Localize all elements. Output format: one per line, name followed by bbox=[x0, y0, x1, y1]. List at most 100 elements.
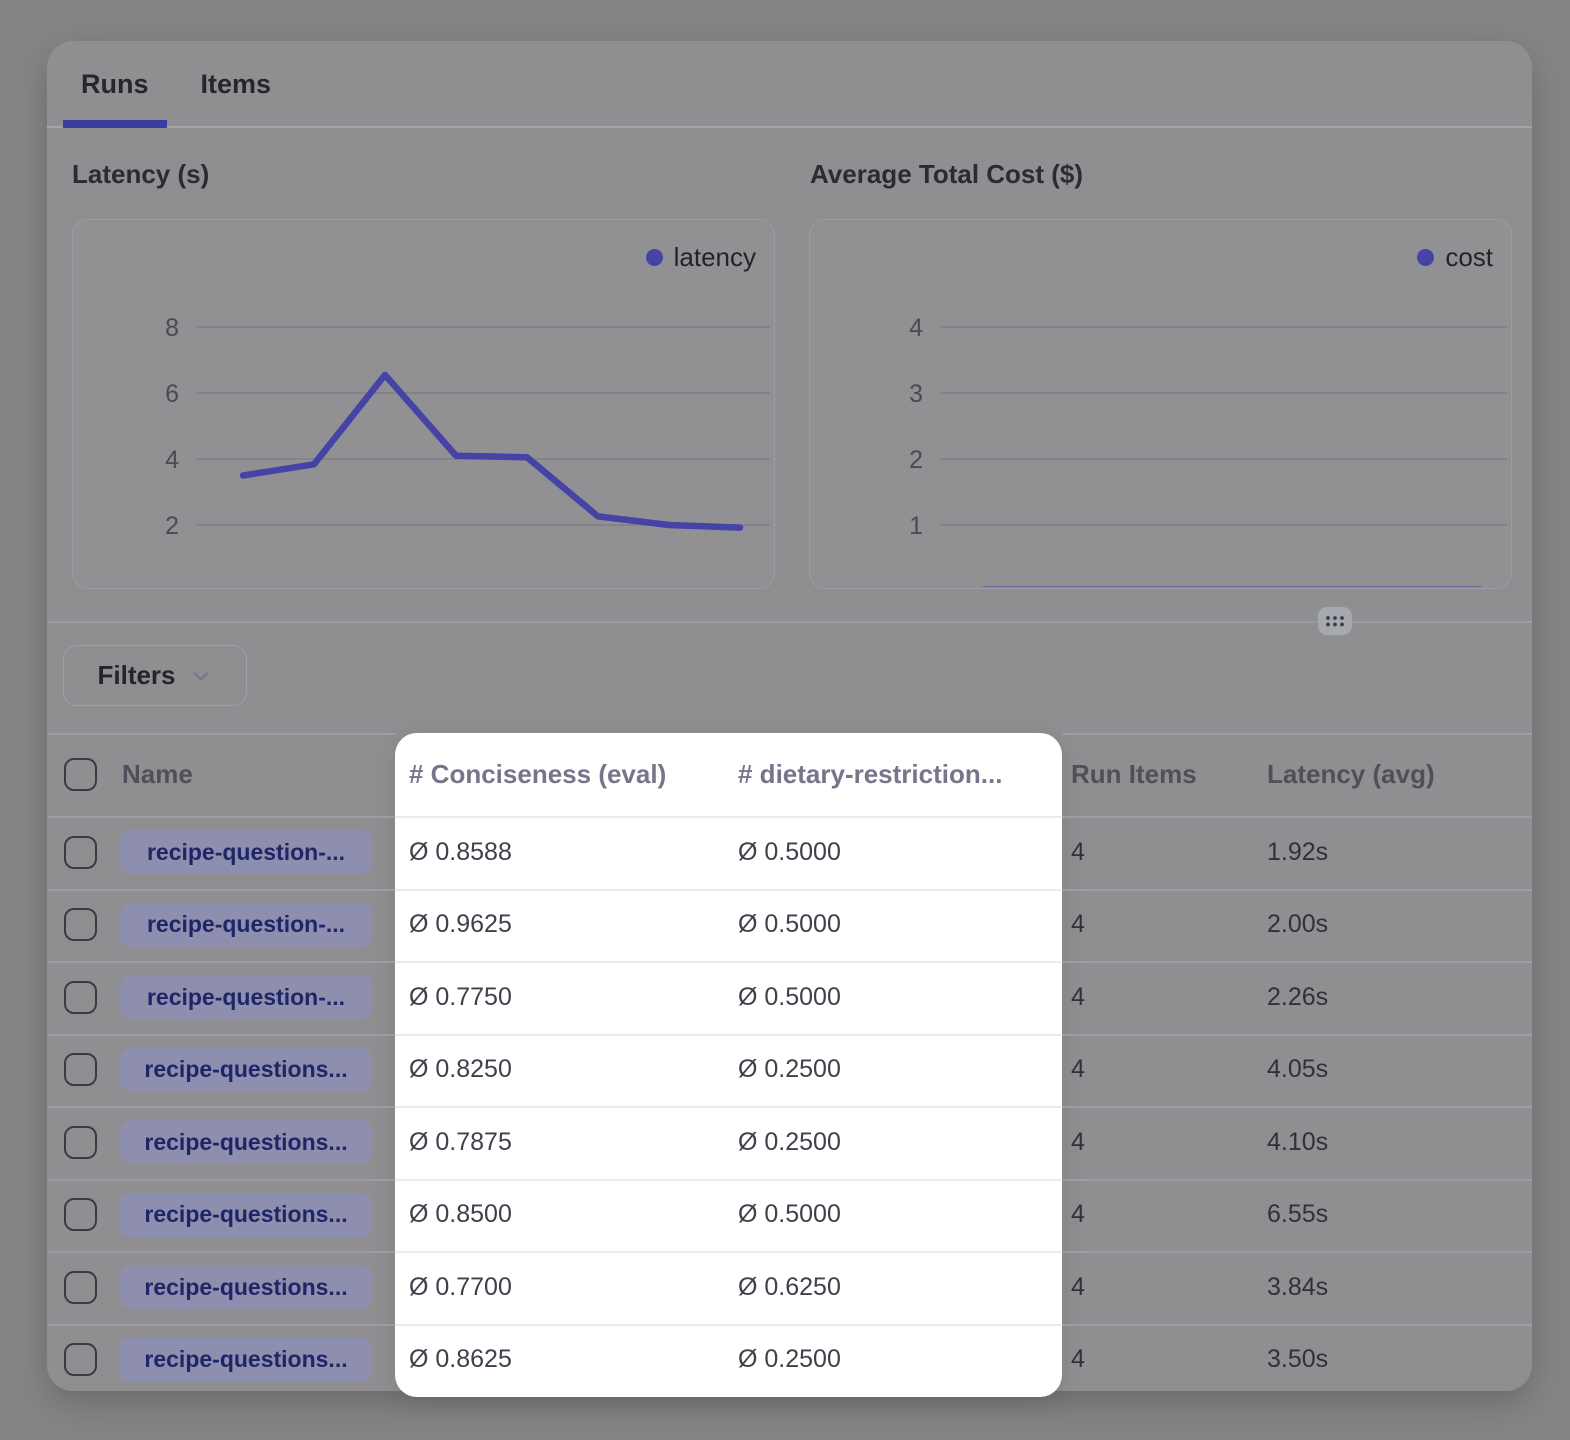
svg-text:6: 6 bbox=[165, 380, 179, 408]
conciseness-value: Ø 0.8500 bbox=[395, 1200, 726, 1229]
chevron-down-icon bbox=[189, 664, 213, 688]
latency-value: 4.10s bbox=[1259, 1128, 1532, 1157]
row-checkbox-cell bbox=[47, 1126, 120, 1159]
table-header-row: Name# Conciseness (eval)# dietary-restri… bbox=[47, 733, 1532, 816]
conciseness-value: Ø 0.8625 bbox=[395, 1345, 726, 1374]
latency-value: 4.05s bbox=[1259, 1055, 1532, 1084]
row-checkbox[interactable] bbox=[64, 1271, 97, 1304]
conciseness-value: Ø 0.8250 bbox=[395, 1055, 726, 1084]
dietary-restriction-value: Ø 0.6250 bbox=[726, 1273, 1062, 1302]
run-name-cell: recipe-questions... bbox=[120, 1338, 395, 1382]
dietary-restriction-value: Ø 0.5000 bbox=[726, 1200, 1062, 1229]
column-header-latency: Latency (avg) bbox=[1259, 759, 1532, 790]
row-checkbox-cell bbox=[47, 1198, 120, 1231]
column-header-conciseness: # Conciseness (eval) bbox=[395, 759, 726, 790]
latency-value: 2.00s bbox=[1259, 910, 1532, 939]
run-name-badge[interactable]: recipe-questions... bbox=[120, 1338, 372, 1382]
row-checkbox-cell bbox=[47, 1343, 120, 1376]
run-name-badge[interactable]: recipe-questions... bbox=[120, 1120, 372, 1164]
run-items-value: 4 bbox=[1062, 1055, 1259, 1084]
svg-text:1: 1 bbox=[909, 512, 923, 540]
dietary-restriction-value: Ø 0.2500 bbox=[726, 1128, 1062, 1157]
run-items-value: 4 bbox=[1062, 1128, 1259, 1157]
run-name-cell: recipe-questions... bbox=[120, 1193, 395, 1237]
run-name-cell: recipe-question-... bbox=[120, 975, 395, 1019]
run-items-value: 4 bbox=[1062, 983, 1259, 1012]
table-row[interactable]: recipe-question-... Ø 0.8588Ø 0.500041.92… bbox=[47, 816, 1532, 889]
dietary-restriction-value: Ø 0.2500 bbox=[726, 1055, 1062, 1084]
svg-text:4: 4 bbox=[909, 314, 923, 342]
run-name-badge[interactable]: recipe-question-... bbox=[120, 975, 372, 1019]
column-header-name: Name bbox=[120, 759, 395, 790]
svg-text:8: 8 bbox=[165, 314, 179, 342]
dietary-restriction-value: Ø 0.5000 bbox=[726, 838, 1062, 867]
filters-button[interactable]: Filters bbox=[63, 645, 247, 706]
column-header-run-items: Run Items bbox=[1062, 759, 1259, 790]
conciseness-value: Ø 0.8588 bbox=[395, 838, 726, 867]
table-row[interactable]: recipe-questions... Ø 0.8625Ø 0.250043.50… bbox=[47, 1324, 1532, 1392]
table-row[interactable]: recipe-questions... Ø 0.8250Ø 0.250044.05… bbox=[47, 1034, 1532, 1107]
cost-line-plot: 4321 bbox=[810, 220, 1510, 587]
tab-items[interactable]: Items bbox=[183, 41, 290, 128]
latency-value: 6.55s bbox=[1259, 1200, 1532, 1229]
run-name-badge[interactable]: recipe-questions... bbox=[120, 1048, 372, 1092]
runs-table: Name# Conciseness (eval)# dietary-restri… bbox=[47, 733, 1532, 1391]
conciseness-value: Ø 0.7750 bbox=[395, 983, 726, 1012]
page: { "accent_color": "#3c3b9f", "tabs": { "… bbox=[0, 0, 1570, 1440]
row-checkbox-cell bbox=[47, 981, 120, 1014]
table-row[interactable]: recipe-question-... Ø 0.7750Ø 0.500042.26… bbox=[47, 961, 1532, 1034]
conciseness-value: Ø 0.7700 bbox=[395, 1273, 726, 1302]
row-checkbox[interactable] bbox=[64, 1053, 97, 1086]
cost-legend-dot-icon bbox=[1417, 249, 1434, 266]
dietary-restriction-value: Ø 0.5000 bbox=[726, 983, 1062, 1012]
latency-value: 3.84s bbox=[1259, 1273, 1532, 1302]
section-divider bbox=[47, 621, 1532, 623]
table-row[interactable]: recipe-questions...Ø 0.8500Ø 0.500046.55… bbox=[47, 1179, 1532, 1252]
tab-items-label: Items bbox=[201, 69, 272, 100]
run-name-cell: recipe-question-... bbox=[120, 830, 395, 874]
run-name-badge[interactable]: recipe-question-... bbox=[120, 830, 372, 874]
cost-legend-label: cost bbox=[1445, 242, 1493, 273]
row-checkbox[interactable] bbox=[64, 1343, 97, 1376]
grip-dots-icon bbox=[1324, 613, 1346, 629]
run-items-value: 4 bbox=[1062, 1345, 1259, 1374]
row-checkbox[interactable] bbox=[64, 981, 97, 1014]
latency-chart: 8642 latency bbox=[72, 219, 775, 589]
run-items-value: 4 bbox=[1062, 838, 1259, 867]
run-name-cell: recipe-questions... bbox=[120, 1265, 395, 1309]
tab-runs[interactable]: Runs bbox=[63, 41, 167, 128]
dietary-restriction-value: Ø 0.5000 bbox=[726, 910, 1062, 939]
runs-panel-card: Runs Items Latency (s) Average Total Cos… bbox=[47, 41, 1532, 1391]
latency-legend: latency bbox=[646, 242, 756, 273]
table-row[interactable]: recipe-questions... Ø 0.7875Ø 0.250044.10… bbox=[47, 1106, 1532, 1179]
table-row[interactable]: recipe-questions... Ø 0.7700Ø 0.625043.84… bbox=[47, 1251, 1532, 1324]
run-name-cell: recipe-questions... bbox=[120, 1048, 395, 1092]
row-checkbox[interactable] bbox=[64, 1198, 97, 1231]
row-checkbox-cell bbox=[47, 908, 120, 941]
latency-legend-label: latency bbox=[674, 242, 756, 273]
row-checkbox[interactable] bbox=[64, 836, 97, 869]
conciseness-value: Ø 0.9625 bbox=[395, 910, 726, 939]
latency-value: 1.92s bbox=[1259, 838, 1532, 867]
conciseness-value: Ø 0.7875 bbox=[395, 1128, 726, 1157]
row-checkbox-cell bbox=[47, 1053, 120, 1086]
svg-text:2: 2 bbox=[909, 446, 923, 474]
cost-chart: 4321 cost bbox=[809, 219, 1512, 589]
latency-line-plot: 8642 bbox=[73, 220, 773, 587]
latency-value: 2.26s bbox=[1259, 983, 1532, 1012]
latency-legend-dot-icon bbox=[646, 249, 663, 266]
run-items-value: 4 bbox=[1062, 910, 1259, 939]
run-name-badge[interactable]: recipe-questions... bbox=[120, 1265, 372, 1309]
dietary-restriction-value: Ø 0.2500 bbox=[726, 1345, 1062, 1374]
run-name-cell: recipe-questions... bbox=[120, 1120, 395, 1164]
row-checkbox[interactable] bbox=[64, 1126, 97, 1159]
latency-value: 3.50s bbox=[1259, 1345, 1532, 1374]
select-all-checkbox[interactable] bbox=[64, 758, 97, 791]
latency-chart-title: Latency (s) bbox=[72, 159, 209, 190]
run-name-badge[interactable]: recipe-question-... bbox=[120, 903, 372, 947]
row-checkbox[interactable] bbox=[64, 908, 97, 941]
table-row[interactable]: recipe-question-... Ø 0.9625Ø 0.500042.00… bbox=[47, 889, 1532, 962]
run-items-value: 4 bbox=[1062, 1273, 1259, 1302]
resize-handle[interactable] bbox=[1318, 607, 1352, 635]
run-name-badge[interactable]: recipe-questions... bbox=[120, 1193, 372, 1237]
